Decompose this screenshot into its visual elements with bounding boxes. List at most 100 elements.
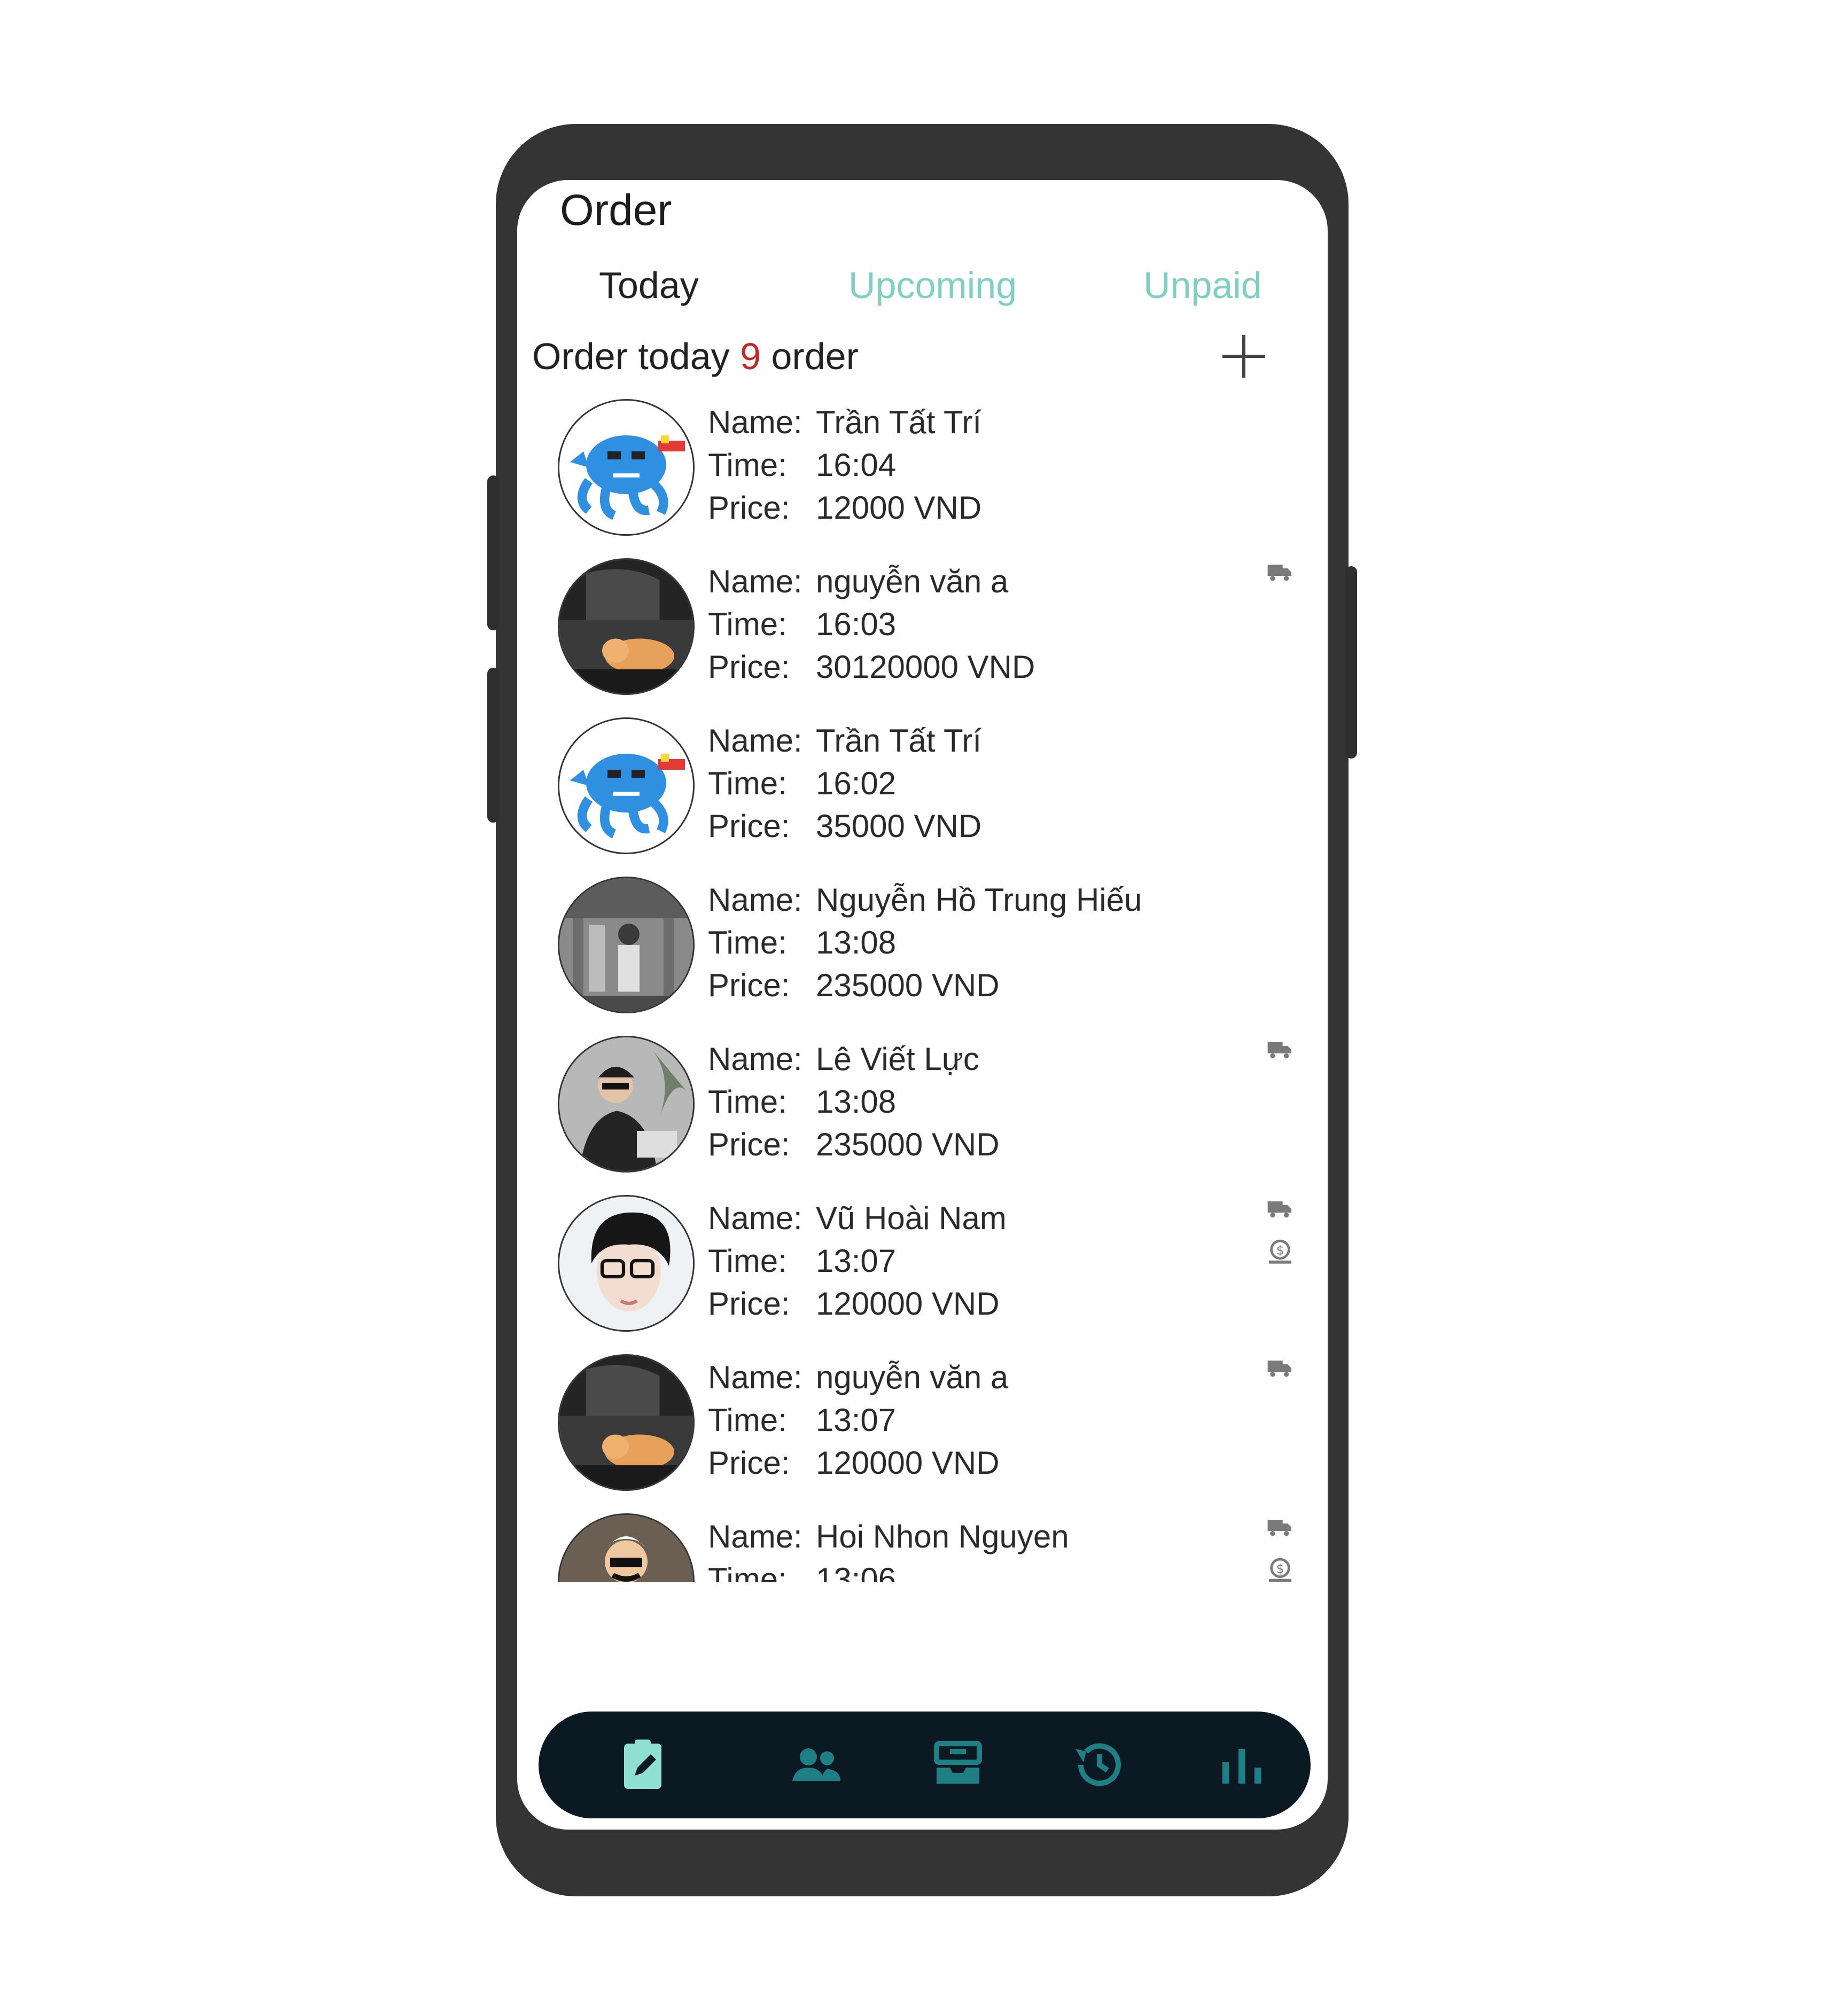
tab-today[interactable]: Today: [599, 264, 699, 307]
status-icons: [1265, 1035, 1297, 1078]
order-price: 120000 VND: [816, 1286, 1000, 1322]
price-label: Price:: [708, 490, 790, 526]
delivery-truck-icon: [1265, 1194, 1297, 1226]
bar-chart-icon[interactable]: [1209, 1733, 1273, 1797]
order-details: Name: Vũ Hoài Nam Time: 13:07 Price: 120000 V…: [708, 1197, 1007, 1325]
delivery-truck-icon: [1265, 1353, 1297, 1386]
status-icons: [1265, 557, 1297, 600]
order-price: 235000 VND: [816, 1127, 1000, 1162]
order-details: Name: Trần Tất Trí Time: 16:02 Price: 35000 V…: [708, 720, 981, 848]
order-price: 235000 VND: [816, 967, 1000, 1003]
customer-name: Hoi Nhon Nguyen: [816, 1519, 1069, 1554]
order-details: Name:Hoi Nhon NguyenTime:13:06Price:3000…: [708, 1515, 1069, 1582]
delivery-truck-icon: [1265, 1035, 1297, 1067]
name-label: Name:: [708, 1041, 802, 1077]
order-row[interactable]: Name: Lê Viết Lực Time: 13:08 Price: 235000 V…: [517, 1030, 1328, 1191]
money-icon: $: [1265, 1556, 1297, 1582]
power-button: [1345, 566, 1357, 759]
order-row[interactable]: Name: nguyễn văn a Time: 16:03 Price: 3012000…: [517, 553, 1328, 713]
status-icons: $: [1265, 1194, 1297, 1280]
avatar: [558, 717, 695, 854]
svg-text:$: $: [1276, 1561, 1284, 1576]
customer-name: Nguyễn Hồ Trung Hiếu: [816, 882, 1142, 918]
order-time: 16:02: [816, 765, 897, 801]
time-label: Time:: [708, 1243, 787, 1279]
customer-name: Lê Viết Lực: [816, 1041, 979, 1077]
order-list[interactable]: Name: Trần Tất Trí Time: 16:04 Price: 12000 V…: [517, 394, 1328, 1582]
people-icon[interactable]: [784, 1733, 848, 1797]
order-time: 13:07: [816, 1402, 897, 1438]
order-row[interactable]: Name: Nguyễn Hồ Trung Hiếu Time: 13:08 Price…: [517, 871, 1328, 1032]
price-label: Price:: [708, 1445, 790, 1481]
bottom-navigation: [539, 1712, 1311, 1818]
price-label: Price:: [708, 649, 790, 685]
time-label: Time:: [708, 447, 787, 483]
summary-suffix: order: [771, 335, 859, 377]
volume-up-button: [487, 475, 499, 630]
app-screen: Order Today Upcoming Unpaid Order today …: [517, 180, 1328, 1830]
history-icon[interactable]: [1067, 1733, 1132, 1797]
volume-down-button: [487, 668, 499, 823]
customer-name: nguyễn văn a: [816, 564, 1009, 599]
avatar: [558, 877, 695, 1013]
money-icon: $: [1265, 1237, 1297, 1270]
order-row[interactable]: Name: nguyễn văn a Time: 13:07 Price: 120000 …: [517, 1349, 1328, 1509]
edit-clipboard-icon[interactable]: [611, 1733, 675, 1797]
order-row[interactable]: Name:Hoi Nhon NguyenTime:13:06Price:3000…: [517, 1508, 1328, 1582]
order-price: 30120000 VND: [816, 649, 1035, 685]
name-label: Name:: [708, 404, 802, 440]
order-time: 13:08: [816, 1084, 897, 1120]
name-label: Name:: [708, 882, 802, 918]
time-label: Time:: [708, 606, 787, 642]
order-details: Name: nguyễn văn a Time: 13:07 Price: 120000 …: [708, 1356, 1008, 1484]
avatar: [558, 558, 695, 695]
delivery-truck-icon: [1265, 557, 1297, 590]
time-label: Time:: [708, 1561, 787, 1582]
time-label: Time:: [708, 1084, 787, 1120]
time-label: Time:: [708, 1402, 787, 1438]
summary-prefix: Order today: [532, 335, 730, 377]
status-icons: $: [1265, 1512, 1297, 1582]
customer-name: nguyễn văn a: [816, 1359, 1009, 1395]
order-time: 13:08: [816, 925, 897, 960]
inbox-icon[interactable]: [926, 1733, 990, 1797]
order-summary: Order today 9 order: [532, 335, 859, 378]
avatar: [558, 1195, 695, 1332]
price-label: Price:: [708, 1286, 790, 1322]
price-label: Price:: [708, 808, 790, 844]
delivery-truck-icon: [1265, 1512, 1297, 1545]
order-time: 16:04: [816, 447, 897, 483]
price-label: Price:: [708, 1127, 790, 1162]
status-icons: [1265, 1353, 1297, 1396]
order-details: Name: nguyễn văn a Time: 16:03 Price: 3012000…: [708, 560, 1035, 689]
order-row[interactable]: Name: Trần Tất Trí Time: 16:04 Price: 12000 V…: [517, 394, 1328, 554]
time-label: Time:: [708, 925, 787, 960]
name-label: Name:: [708, 1359, 802, 1395]
order-time: 13:06: [816, 1561, 897, 1582]
customer-name: Trần Tất Trí: [816, 404, 982, 440]
order-row[interactable]: Name: Trần Tất Trí Time: 16:02 Price: 35000 V…: [517, 712, 1328, 872]
order-row[interactable]: Name: Vũ Hoài Nam Time: 13:07 Price: 120000 V…: [517, 1190, 1328, 1350]
customer-name: Trần Tất Trí: [816, 723, 982, 759]
order-price: 35000 VND: [816, 808, 982, 844]
page-title: Order: [560, 186, 672, 235]
tab-unpaid[interactable]: Unpaid: [1143, 264, 1262, 307]
order-price: 12000 VND: [816, 490, 982, 526]
add-order-button[interactable]: [1222, 335, 1265, 378]
tab-upcoming[interactable]: Upcoming: [848, 264, 1017, 307]
name-label: Name:: [708, 1519, 802, 1554]
order-time: 13:07: [816, 1243, 897, 1279]
order-price: 120000 VND: [816, 1445, 1000, 1481]
name-label: Name:: [708, 564, 802, 599]
order-time: 16:03: [816, 606, 897, 642]
price-label: Price:: [708, 967, 790, 1003]
svg-text:$: $: [1276, 1243, 1284, 1258]
order-details: Name: Trần Tất Trí Time: 16:04 Price: 12000 V…: [708, 401, 981, 529]
time-label: Time:: [708, 765, 787, 801]
avatar: [558, 1354, 695, 1491]
customer-name: Vũ Hoài Nam: [816, 1200, 1007, 1236]
avatar: [558, 1513, 695, 1582]
order-details: Name: Nguyễn Hồ Trung Hiếu Time: 13:08 Price…: [708, 879, 1142, 1007]
order-details: Name: Lê Viết Lực Time: 13:08 Price: 235000 V…: [708, 1038, 1000, 1166]
avatar: [558, 399, 695, 536]
